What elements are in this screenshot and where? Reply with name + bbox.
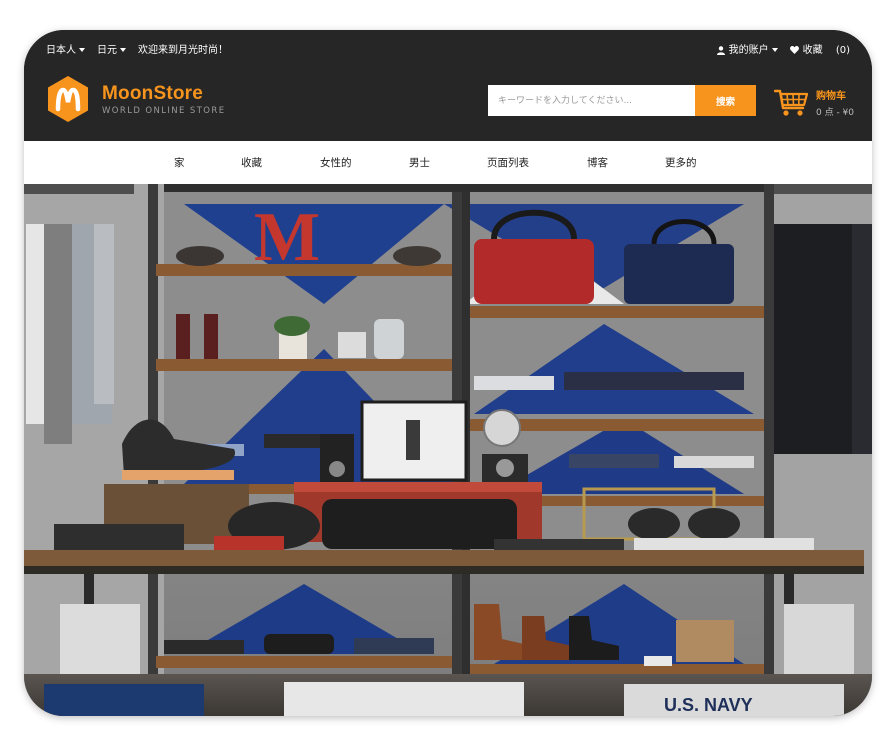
language-selector[interactable]: 日本人 (46, 41, 85, 56)
app-frame: 日本人 日元 欢迎来到月光时尚！ 我的账户 收藏 (0) MoonStore W… (24, 30, 872, 716)
wishlist-link[interactable]: 收藏 (0) (789, 41, 850, 56)
logo-icon (48, 76, 88, 122)
nav-item-women[interactable]: 女性的 (320, 155, 409, 170)
hero-banner: M U.S. NAVY (24, 184, 872, 716)
sign-letter: M (254, 199, 320, 276)
chevron-down-icon (79, 48, 85, 52)
nav-item-more[interactable]: 更多的 (665, 155, 697, 170)
shirt-print: U.S. NAVY (664, 695, 753, 715)
search-bar: 搜索 (488, 85, 756, 116)
site-logo[interactable]: MoonStore WORLD ONLINE STORE (46, 75, 225, 123)
chevron-down-icon (120, 48, 126, 52)
account-label: 我的账户 (728, 45, 769, 56)
search-button[interactable]: 搜索 (695, 85, 756, 116)
main-nav: 家 收藏 女性的 男士 页面列表 博客 更多的 (24, 141, 872, 184)
cart-summary: 0 点 - ¥0 (816, 108, 855, 118)
heart-icon (789, 46, 799, 54)
search-input[interactable] (488, 85, 695, 116)
nav-item-home[interactable]: 家 (174, 155, 241, 170)
site-header: MoonStore WORLD ONLINE STORE 搜索 购物车 0 点 … (24, 63, 872, 141)
wishlist-label: 收藏 (802, 45, 823, 56)
nav-item-men[interactable]: 男士 (409, 155, 487, 170)
top-bar: 日本人 日元 欢迎来到月光时尚！ 我的账户 收藏 (0) (24, 30, 872, 63)
shopping-cart-icon (774, 89, 808, 116)
my-account-menu[interactable]: 我的账户 (716, 41, 778, 56)
brand-tagline: WORLD ONLINE STORE (102, 105, 226, 116)
welcome-text: 欢迎来到月光时尚！ (138, 45, 228, 56)
nav-item-blog[interactable]: 博客 (587, 155, 665, 170)
language-label: 日本人 (46, 45, 76, 56)
chevron-down-icon (771, 48, 778, 52)
wishlist-count: (0) (835, 45, 850, 56)
nav-item-collection[interactable]: 收藏 (241, 155, 320, 170)
currency-selector[interactable]: 日元 (97, 41, 126, 56)
brand-name: MoonStore (102, 82, 204, 104)
cart-label: 购物车 (816, 91, 846, 102)
cart-widget[interactable]: 购物车 0 点 - ¥0 (774, 87, 854, 118)
nav-item-pages[interactable]: 页面列表 (487, 155, 587, 170)
user-icon (716, 45, 725, 55)
currency-label: 日元 (97, 45, 117, 56)
hero-image: M U.S. NAVY (24, 184, 872, 716)
